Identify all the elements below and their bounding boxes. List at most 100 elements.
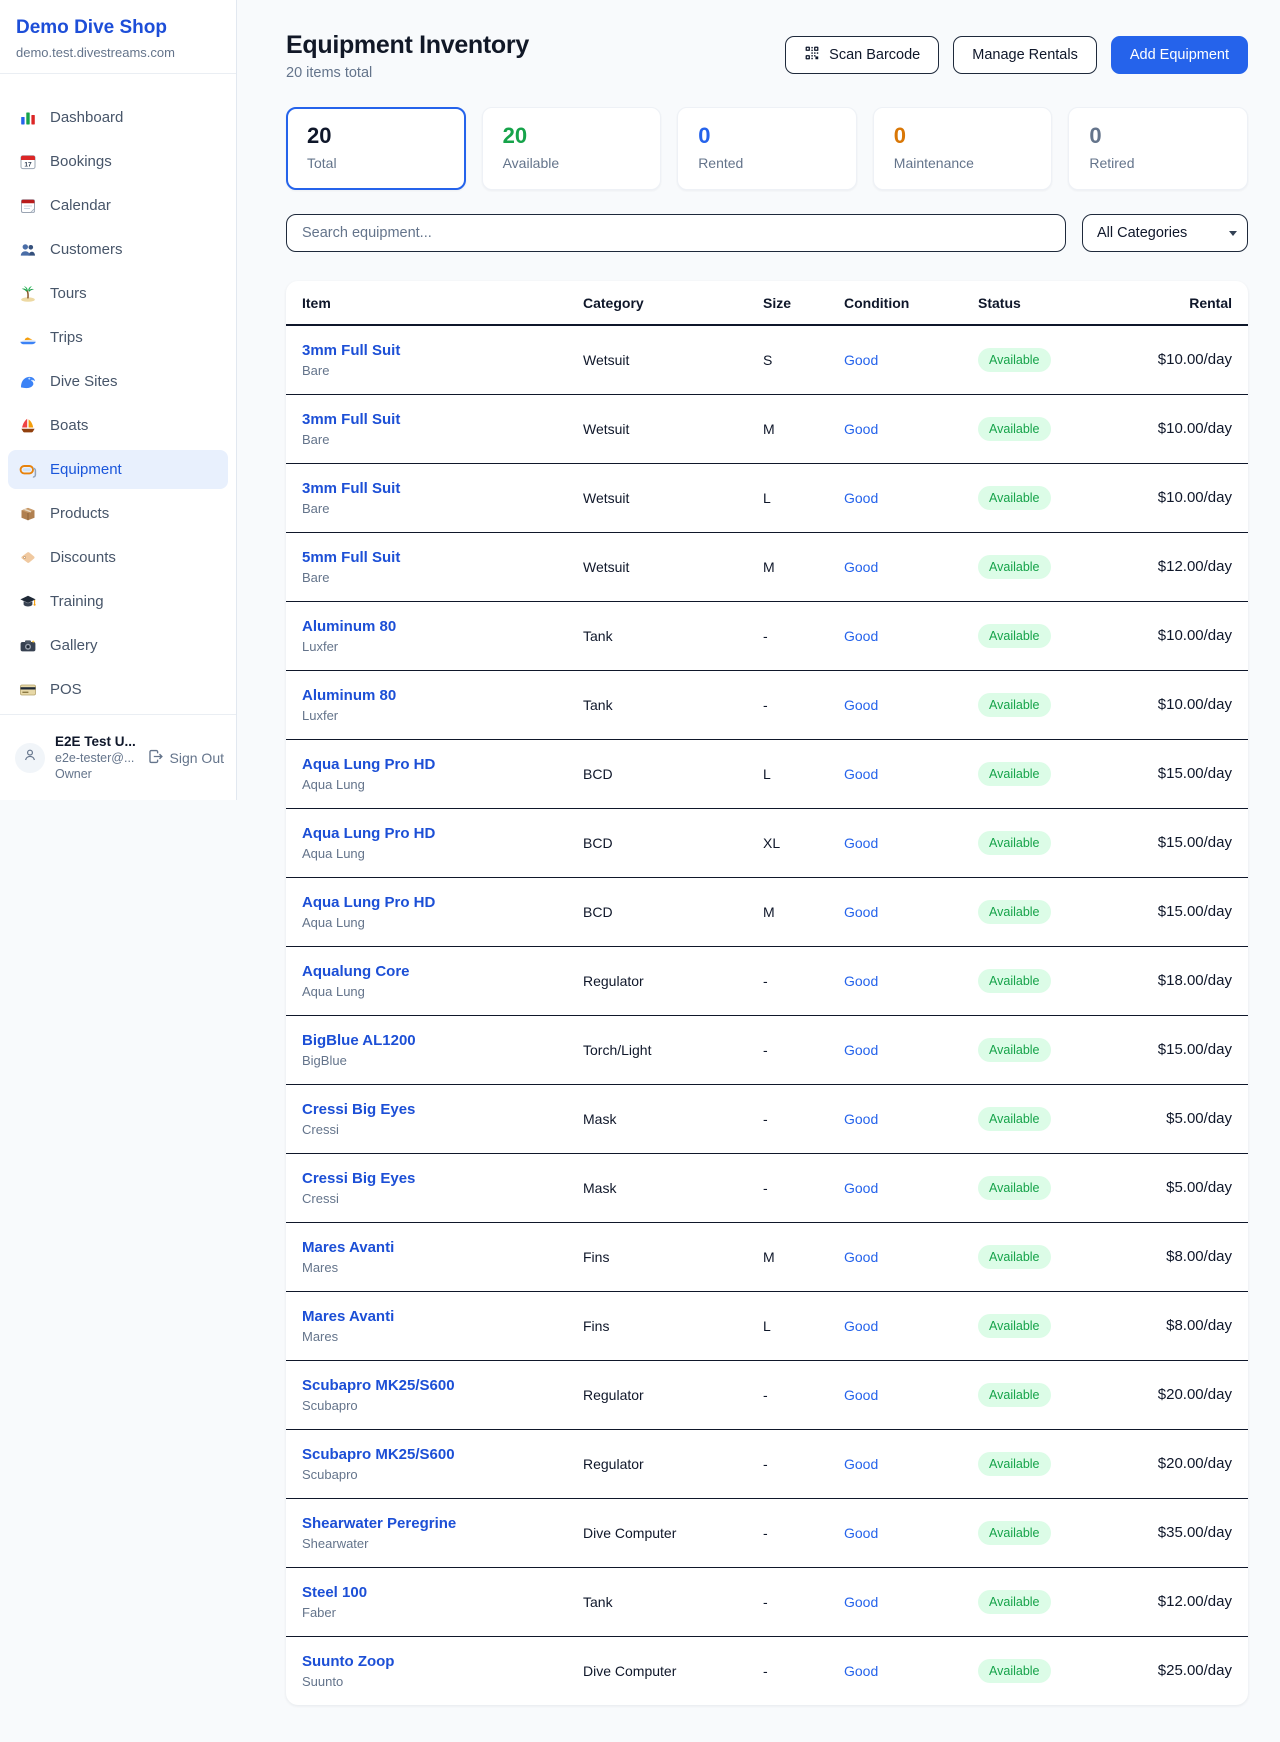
add-equipment-button[interactable]: Add Equipment	[1111, 36, 1248, 74]
sidebar-item-equipment[interactable]: Equipment	[8, 450, 228, 489]
sidebar-item-dive-sites[interactable]: Dive Sites	[8, 362, 228, 401]
sidebar-item-boats[interactable]: Boats	[8, 406, 228, 445]
table-row: 3mm Full Suit Bare Wetsuit S Good Availa…	[286, 325, 1248, 394]
user-role: Owner	[55, 767, 137, 781]
table-row: Cressi Big Eyes Cressi Mask - Good Avail…	[286, 1153, 1248, 1222]
category-cell: Regulator	[583, 1429, 763, 1498]
condition-link[interactable]: Good	[844, 421, 878, 437]
stat-label: Total	[307, 155, 445, 171]
item-name-link[interactable]: 3mm Full Suit	[302, 411, 583, 428]
condition-link[interactable]: Good	[844, 697, 878, 713]
size-cell: L	[763, 463, 844, 532]
stat-card-rented[interactable]: 0 Rented	[677, 107, 857, 190]
size-cell: -	[763, 1084, 844, 1153]
rental-cell: $12.00/day	[1128, 532, 1248, 601]
condition-link[interactable]: Good	[844, 559, 878, 575]
item-name-link[interactable]: Cressi Big Eyes	[302, 1101, 583, 1118]
rental-cell: $8.00/day	[1128, 1291, 1248, 1360]
sidebar-item-pos[interactable]: POS	[8, 670, 228, 709]
sidebar-item-calendar[interactable]: Calendar	[8, 186, 228, 225]
item-name-link[interactable]: 3mm Full Suit	[302, 480, 583, 497]
size-cell: -	[763, 1636, 844, 1705]
avatar	[15, 743, 45, 773]
condition-link[interactable]: Good	[844, 766, 878, 782]
category-cell: Tank	[583, 1567, 763, 1636]
sidebar-item-products[interactable]: Products	[8, 494, 228, 533]
condition-link[interactable]: Good	[844, 1042, 878, 1058]
stat-card-total[interactable]: 20 Total	[286, 107, 466, 190]
sign-out-button[interactable]: Sign Out	[147, 748, 224, 768]
search-input[interactable]	[286, 214, 1066, 252]
item-name-link[interactable]: Shearwater Peregrine	[302, 1515, 583, 1532]
sidebar-item-trips[interactable]: Trips	[8, 318, 228, 357]
condition-link[interactable]: Good	[844, 973, 878, 989]
rental-cell: $10.00/day	[1128, 463, 1248, 532]
item-name-link[interactable]: Aluminum 80	[302, 687, 583, 704]
sidebar-item-customers[interactable]: Customers	[8, 230, 228, 269]
condition-link[interactable]: Good	[844, 352, 878, 368]
condition-link[interactable]: Good	[844, 904, 878, 920]
status-badge: Available	[978, 762, 1051, 786]
item-name-link[interactable]: Aqua Lung Pro HD	[302, 756, 583, 773]
item-name-link[interactable]: Suunto Zoop	[302, 1653, 583, 1670]
status-badge: Available	[978, 1383, 1051, 1407]
column-header-item: Item	[286, 281, 583, 325]
condition-link[interactable]: Good	[844, 1387, 878, 1403]
sidebar-item-tours[interactable]: Tours	[8, 274, 228, 313]
condition-link[interactable]: Good	[844, 1594, 878, 1610]
stat-value: 0	[1089, 124, 1227, 148]
sidebar-item-discounts[interactable]: Discounts	[8, 538, 228, 577]
item-name-link[interactable]: Aluminum 80	[302, 618, 583, 635]
item-name-link[interactable]: 5mm Full Suit	[302, 549, 583, 566]
item-name-link[interactable]: 3mm Full Suit	[302, 342, 583, 359]
header-buttons: Scan Barcode Manage Rentals Add Equipmen…	[785, 36, 1248, 74]
page-header-text: Equipment Inventory 20 items total	[286, 30, 529, 81]
sidebar-item-label: Calendar	[50, 197, 111, 214]
item-name-link[interactable]: Scubapro MK25/S600	[302, 1377, 583, 1394]
brand-name[interactable]: Demo Dive Shop	[16, 16, 220, 39]
size-cell: -	[763, 1153, 844, 1222]
condition-link[interactable]: Good	[844, 1180, 878, 1196]
item-brand: Bare	[302, 432, 583, 447]
sidebar-item-gallery[interactable]: Gallery	[8, 626, 228, 665]
item-name-link[interactable]: Mares Avanti	[302, 1308, 583, 1325]
sidebar-item-bookings[interactable]: 17 Bookings	[8, 142, 228, 181]
condition-link[interactable]: Good	[844, 1249, 878, 1265]
condition-link[interactable]: Good	[844, 835, 878, 851]
condition-link[interactable]: Good	[844, 1456, 878, 1472]
item-name-link[interactable]: Mares Avanti	[302, 1239, 583, 1256]
item-name-link[interactable]: Aqua Lung Pro HD	[302, 825, 583, 842]
package-icon	[18, 505, 38, 523]
column-header-status: Status	[978, 281, 1128, 325]
category-cell: BCD	[583, 877, 763, 946]
category-select[interactable]: All Categories	[1082, 214, 1248, 252]
condition-link[interactable]: Good	[844, 1111, 878, 1127]
sidebar-item-training[interactable]: Training	[8, 582, 228, 621]
status-badge: Available	[978, 1176, 1051, 1200]
category-cell: BCD	[583, 808, 763, 877]
item-name-link[interactable]: Aqua Lung Pro HD	[302, 894, 583, 911]
item-name-link[interactable]: Aqualung Core	[302, 963, 583, 980]
condition-link[interactable]: Good	[844, 628, 878, 644]
condition-link[interactable]: Good	[844, 1318, 878, 1334]
item-brand: Mares	[302, 1329, 583, 1344]
item-name-link[interactable]: Cressi Big Eyes	[302, 1170, 583, 1187]
condition-link[interactable]: Good	[844, 1663, 878, 1679]
stat-value: 0	[698, 124, 836, 148]
item-name-link[interactable]: BigBlue AL1200	[302, 1032, 583, 1049]
stat-card-retired[interactable]: 0 Retired	[1068, 107, 1248, 190]
status-badge: Available	[978, 1659, 1051, 1683]
item-name-link[interactable]: Steel 100	[302, 1584, 583, 1601]
stat-card-maintenance[interactable]: 0 Maintenance	[873, 107, 1053, 190]
manage-rentals-button[interactable]: Manage Rentals	[953, 36, 1097, 74]
size-cell: -	[763, 1567, 844, 1636]
item-name-link[interactable]: Scubapro MK25/S600	[302, 1446, 583, 1463]
scan-barcode-button[interactable]: Scan Barcode	[785, 36, 939, 74]
sidebar-item-dashboard[interactable]: Dashboard	[8, 98, 228, 137]
stat-card-available[interactable]: 20 Available	[482, 107, 662, 190]
condition-link[interactable]: Good	[844, 490, 878, 506]
condition-link[interactable]: Good	[844, 1525, 878, 1541]
size-cell: S	[763, 325, 844, 394]
calendar-icon	[18, 197, 38, 215]
rental-cell: $12.00/day	[1128, 1567, 1248, 1636]
